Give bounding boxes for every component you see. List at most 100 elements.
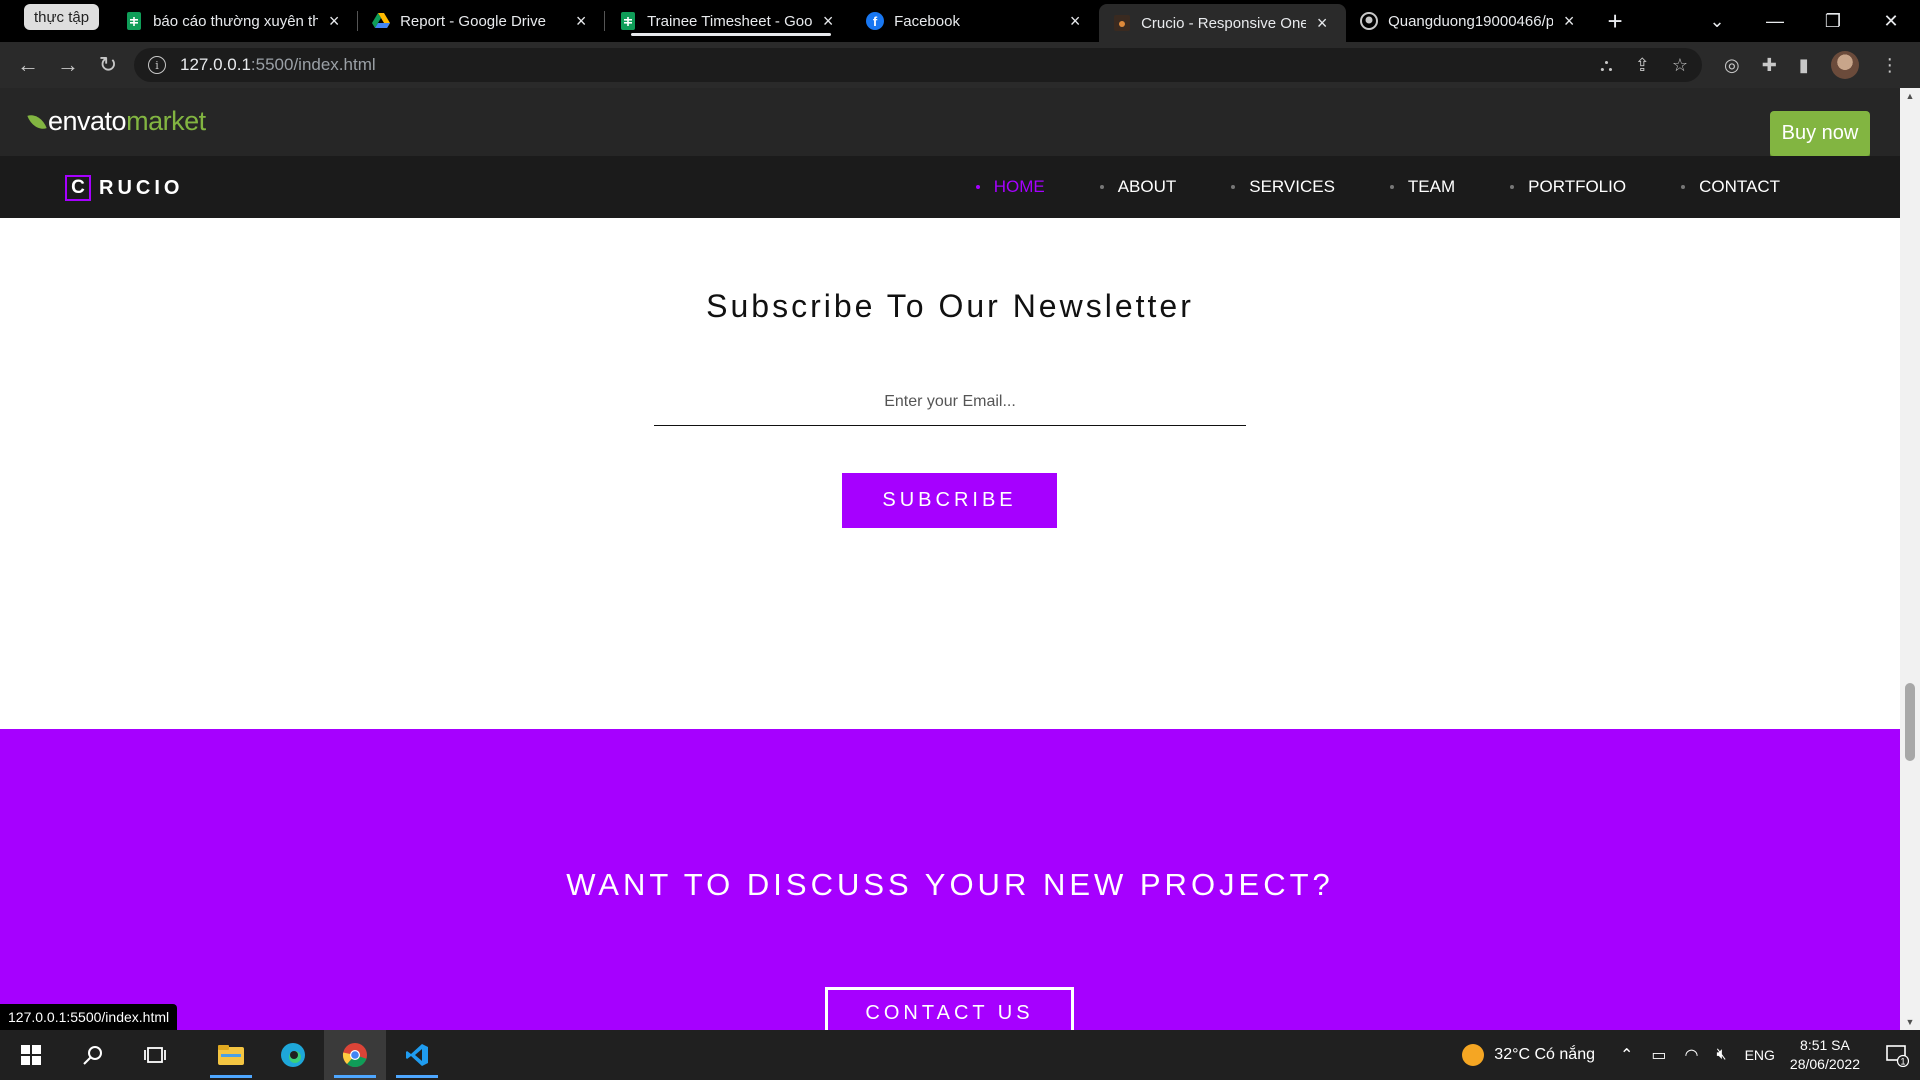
input-language[interactable]: ENG <box>1745 1047 1775 1063</box>
tab-loading-underline <box>631 33 832 36</box>
extensions-puzzle-icon[interactable]: ✚ <box>1762 55 1777 76</box>
newsletter-title: Subscribe To Our Newsletter <box>706 288 1194 324</box>
reload-icon[interactable]: ↻ <box>88 45 128 85</box>
menu-item-services[interactable]: SERVICES <box>1231 177 1335 197</box>
menu-label: CONTACT <box>1699 177 1780 196</box>
tab-crucio[interactable]: Crucio - Responsive One × <box>1099 4 1347 42</box>
crucio-logo[interactable]: C RUCIO <box>65 175 183 201</box>
share-icon[interactable]: ⇪ <box>1635 55 1650 76</box>
cta-section: WANT TO DISCUSS YOUR NEW PROJECT? CONTAC… <box>0 729 1900 1030</box>
scroll-up-icon[interactable]: ▲ <box>1900 88 1920 104</box>
scroll-down-icon[interactable]: ▼ <box>1900 1014 1920 1030</box>
logo-mark: C <box>65 175 91 201</box>
menu-label: SERVICES <box>1249 177 1335 196</box>
subscribe-button[interactable]: SUBCRIBE <box>842 473 1057 528</box>
close-icon[interactable]: × <box>571 11 591 31</box>
tab-github[interactable]: Quangduong19000466/p × <box>1346 0 1593 42</box>
menu-item-home[interactable]: HOME <box>975 177 1045 197</box>
scrollbar-thumb[interactable] <box>1905 683 1915 761</box>
window-controls: ⌄ — ❐ ✕ <box>1688 0 1920 42</box>
github-icon <box>1360 12 1379 30</box>
file-explorer-icon[interactable] <box>200 1030 262 1080</box>
bookmark-star-icon[interactable]: ☆ <box>1672 55 1688 76</box>
page-scrollbar[interactable]: ▲ ▼ <box>1900 88 1920 1030</box>
close-icon[interactable]: × <box>324 11 344 31</box>
email-field[interactable] <box>654 378 1246 426</box>
menu-item-about[interactable]: ABOUT <box>1099 177 1176 197</box>
close-icon[interactable]: × <box>818 11 838 31</box>
menu-label: PORTFOLIO <box>1528 177 1627 196</box>
browser-toolbar: ← → ↻ i 127.0.0.1:5500/index.html ⛬ ⇪ ☆ … <box>0 42 1920 88</box>
side-panel-icon[interactable]: ▮ <box>1799 55 1809 76</box>
clock-time: 8:51 SA <box>1800 1037 1850 1053</box>
svg-text:f: f <box>873 14 878 29</box>
profile-avatar[interactable] <box>1830 51 1859 79</box>
task-view-icon[interactable] <box>124 1030 186 1080</box>
crucio-icon <box>1113 14 1131 32</box>
notification-center-icon[interactable]: 1 <box>1874 1043 1920 1067</box>
vscode-icon[interactable] <box>386 1030 448 1080</box>
wifi-icon[interactable]: ◠ <box>1685 1045 1699 1065</box>
chrome-browser-icon[interactable] <box>324 1030 386 1080</box>
restore-icon[interactable]: ❐ <box>1804 11 1862 32</box>
tab-group-label[interactable]: thực tập <box>24 4 100 30</box>
menu-dot <box>975 185 980 189</box>
close-icon[interactable]: × <box>1065 11 1085 31</box>
menu-label: HOME <box>993 177 1045 196</box>
clock-date: 28/06/2022 <box>1789 1056 1860 1072</box>
main-menu: HOME ABOUT SERVICES TEAM PORTFOLIO CONTA… <box>921 156 1780 218</box>
notification-count: 1 <box>1900 1057 1905 1067</box>
speaker-muted-icon[interactable]: 🔇︎ <box>1716 1046 1726 1064</box>
weather-text[interactable]: 32°C Có nắng <box>1494 1046 1595 1064</box>
tab-title: Facebook <box>894 12 960 30</box>
tab-bao-cao[interactable]: báo cáo thường xuyên th × <box>111 0 359 42</box>
show-hidden-icons-icon[interactable]: ⌃ <box>1620 1045 1633 1065</box>
sheets-icon <box>125 12 143 30</box>
search-icon[interactable] <box>62 1030 124 1080</box>
menu-dot <box>1681 185 1686 189</box>
compass-extension-icon[interactable]: ◎ <box>1724 55 1740 76</box>
tab-trainee-timesheet[interactable]: Trainee Timesheet - Goo × <box>605 0 852 42</box>
facebook-icon: f <box>866 12 885 30</box>
buy-now-button[interactable]: Buy now <box>1770 111 1870 156</box>
drive-icon <box>372 12 391 30</box>
browser-tab-strip: thực tập báo cáo thường xuyên th × Repor… <box>0 0 1920 42</box>
windows-taskbar: 32°C Có nắng ⌃ ▭ ◠ 🔇︎ ENG 8:51 SA 28/06/… <box>0 1030 1920 1080</box>
menu-item-contact[interactable]: CONTACT <box>1681 177 1780 197</box>
tab-search-icon[interactable]: ⌄ <box>1688 11 1746 32</box>
sheets-icon <box>619 12 637 30</box>
close-window-icon[interactable]: ✕ <box>1862 11 1920 32</box>
tab-title: Trainee Timesheet - Goo <box>647 12 813 30</box>
link-status-bubble: 127.0.0.1:5500/index.html <box>0 1004 178 1030</box>
tab-title: Crucio - Responsive One <box>1141 14 1307 32</box>
menu-item-team[interactable]: TEAM <box>1389 177 1455 197</box>
address-path: :5500/index.html <box>250 55 376 74</box>
close-icon[interactable]: × <box>1312 13 1332 33</box>
menu-kebab-icon[interactable]: ⋮ <box>1881 55 1899 76</box>
address-bar[interactable]: i 127.0.0.1:5500/index.html ⛬ ⇪ ☆ <box>134 48 1702 82</box>
menu-dot <box>1510 185 1515 189</box>
site-info-icon[interactable]: i <box>148 56 166 74</box>
envato-logo[interactable]: envato market <box>27 106 206 137</box>
tab-report-drive[interactable]: Report - Google Drive × <box>358 0 606 42</box>
weather-sun-icon[interactable] <box>1462 1044 1485 1066</box>
translate-icon[interactable]: ⛬ <box>1600 55 1613 76</box>
edge-browser-icon[interactable] <box>262 1030 324 1080</box>
logo-text: RUCIO <box>99 176 184 199</box>
new-tab-button[interactable]: + <box>1593 0 1637 42</box>
battery-icon[interactable]: ▭ <box>1651 1045 1666 1065</box>
forward-icon[interactable]: → <box>48 45 88 85</box>
minimize-icon[interactable]: — <box>1746 11 1804 32</box>
menu-item-portfolio[interactable]: PORTFOLIO <box>1510 177 1626 197</box>
clock[interactable]: 8:51 SA 28/06/2022 <box>1790 1036 1860 1074</box>
tab-facebook[interactable]: f Facebook × <box>852 0 1099 42</box>
envato-preview-bar: envato market Buy now <box>0 88 1900 156</box>
close-icon[interactable]: × <box>1559 11 1579 31</box>
contact-us-button[interactable]: CONTACT US <box>825 987 1074 1030</box>
windows-start-icon[interactable] <box>0 1030 62 1080</box>
menu-dot <box>1389 185 1394 189</box>
envato-brand: envato <box>48 106 127 136</box>
back-icon[interactable]: ← <box>8 45 48 85</box>
menu-dot <box>1231 185 1236 189</box>
menu-dot <box>1099 185 1104 189</box>
